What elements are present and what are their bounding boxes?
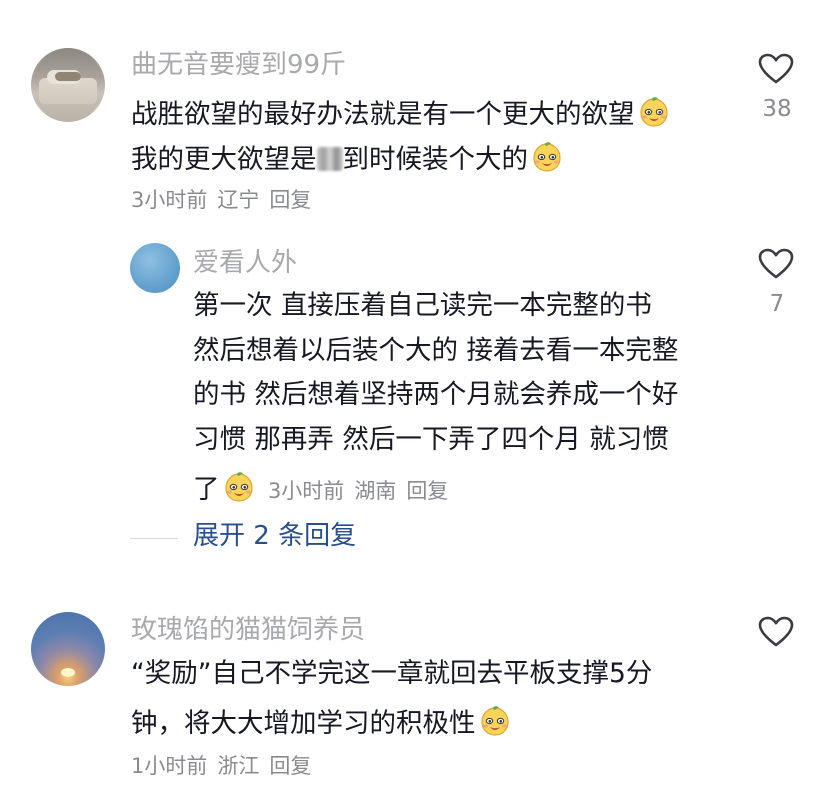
smile-emoji-icon	[478, 704, 512, 738]
comment-username[interactable]: 玫瑰馅的猫猫饲养员	[131, 617, 365, 643]
comment-username[interactable]: 曲无音要瘦到99斤	[131, 52, 346, 78]
avatar[interactable]	[31, 612, 105, 686]
comment-username[interactable]: 爱看人外	[193, 250, 297, 276]
comment-text: 我的更大欲望是	[131, 144, 317, 175]
avatar-cat-shape	[55, 72, 81, 81]
comment-section: 曲无音要瘦到99斤 战胜欲望的最好办法就是有一个更大的欲望 我的更大欲望是 到时候…	[0, 0, 828, 792]
divider	[130, 538, 178, 539]
smile-emoji-icon	[637, 95, 671, 129]
comment-text: 的书 然后想着坚持两个月就会养成一个好	[193, 379, 679, 410]
comment-time: 1小时前	[131, 754, 208, 778]
comment-text: 习惯 那再弄 然后一下弄了四个月 就习惯	[193, 424, 669, 455]
reply-button[interactable]: 回复	[406, 479, 448, 503]
comment-location: 浙江	[217, 754, 260, 778]
avatar-sun-shape	[61, 668, 75, 677]
comment-text: 第一次 直接压着自己读完一本完整的书	[193, 290, 652, 321]
comment-text: 战胜欲望的最好办法就是有一个更大的欲望	[131, 99, 635, 130]
smile-emoji-icon	[222, 470, 256, 504]
heart-outline-icon[interactable]	[758, 53, 794, 85]
reply-button[interactable]: 回复	[269, 754, 311, 778]
comment-text-line: 了 3小时前 湖南 回复	[193, 470, 458, 504]
comment-text-line: 战胜欲望的最好办法就是有一个更大的欲望	[131, 95, 671, 129]
avatar[interactable]	[130, 243, 180, 293]
expand-replies-button[interactable]: 展开 2 条回复	[193, 523, 356, 549]
avatar[interactable]	[31, 48, 105, 122]
comment-text-line: 我的更大欲望是 到时候装个大的	[131, 140, 564, 174]
heart-outline-icon[interactable]	[758, 248, 794, 280]
comment-meta: 3小时前 湖南 回复	[268, 479, 458, 503]
comment-time: 3小时前	[267, 479, 345, 503]
comment-text: 了	[193, 474, 220, 505]
reply-button[interactable]: 回复	[269, 188, 311, 212]
like-count: 38	[762, 96, 792, 122]
comment-time: 3小时前	[131, 188, 208, 212]
comment-text-line: 钟，将大大增加学习的积极性	[131, 704, 512, 738]
censored-text	[316, 147, 343, 171]
like-count: 7	[769, 291, 785, 317]
comment-text: 然后想着以后装个大的 接着去看一本完整	[193, 335, 679, 366]
comment-text: “奖励”自己不学完这一章就回去平板支撑5分	[131, 658, 653, 689]
comment-text: 到时候装个大的	[342, 144, 529, 175]
comment-location: 辽宁	[217, 188, 260, 212]
comment-meta: 1小时前 浙江 回复	[131, 756, 321, 777]
comment-location: 湖南	[354, 479, 397, 503]
heart-outline-icon[interactable]	[758, 616, 794, 648]
comment-meta: 3小时前 辽宁 回复	[131, 190, 321, 211]
smile-emoji-icon	[530, 140, 564, 174]
comment-text: 钟，将大大增加学习的积极性	[131, 708, 476, 739]
